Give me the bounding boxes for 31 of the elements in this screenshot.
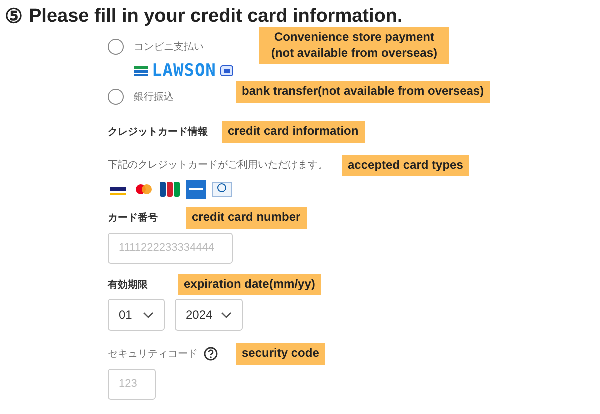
- radio-button[interactable]: [108, 89, 124, 105]
- section-heading: クレジットカード情報: [108, 126, 208, 139]
- month-select[interactable]: 01: [108, 299, 165, 332]
- option-label: 銀行振込: [134, 90, 174, 104]
- chevron-down-icon: [143, 312, 154, 319]
- security-code-field[interactable]: 123: [108, 368, 156, 400]
- radio-button[interactable]: [108, 39, 124, 55]
- annotation-label: bank transfer(not available from overseas): [236, 81, 490, 103]
- field-label: カード番号: [108, 212, 158, 225]
- field-label: セキュリティコード: [108, 348, 198, 362]
- card-number-field[interactable]: 1111222233334444: [108, 232, 233, 264]
- store-logo: LAWSON: [152, 61, 216, 81]
- step-number: ⑤: [5, 5, 23, 29]
- field-label: 有効期限: [108, 278, 148, 292]
- page-title: Please fill in your credit card information.: [29, 6, 403, 28]
- accepted-cards-text: 下記のクレジットカードがご利用いただけます。: [108, 158, 328, 172]
- card-logo-icon: [160, 182, 180, 198]
- annotation-label: Convenience store payment (not available from overseas): [259, 27, 450, 64]
- year-select[interactable]: 2024: [175, 299, 243, 332]
- help-icon[interactable]: [204, 347, 218, 362]
- card-logo-icon: [186, 180, 206, 200]
- annotation-label: security code: [236, 343, 326, 365]
- card-logo-icon: [134, 183, 154, 196]
- annotation-label: credit card number: [186, 207, 307, 229]
- annotation-label: credit card information: [222, 121, 365, 143]
- annotation-label: accepted card types: [342, 154, 470, 176]
- chevron-down-icon: [221, 312, 232, 319]
- card-logo-icon: [212, 182, 232, 198]
- annotation-label: expiration date(mm/yy): [178, 274, 322, 296]
- option-label: コンビニ支払い: [134, 40, 204, 54]
- store-logo-icon: [134, 65, 148, 77]
